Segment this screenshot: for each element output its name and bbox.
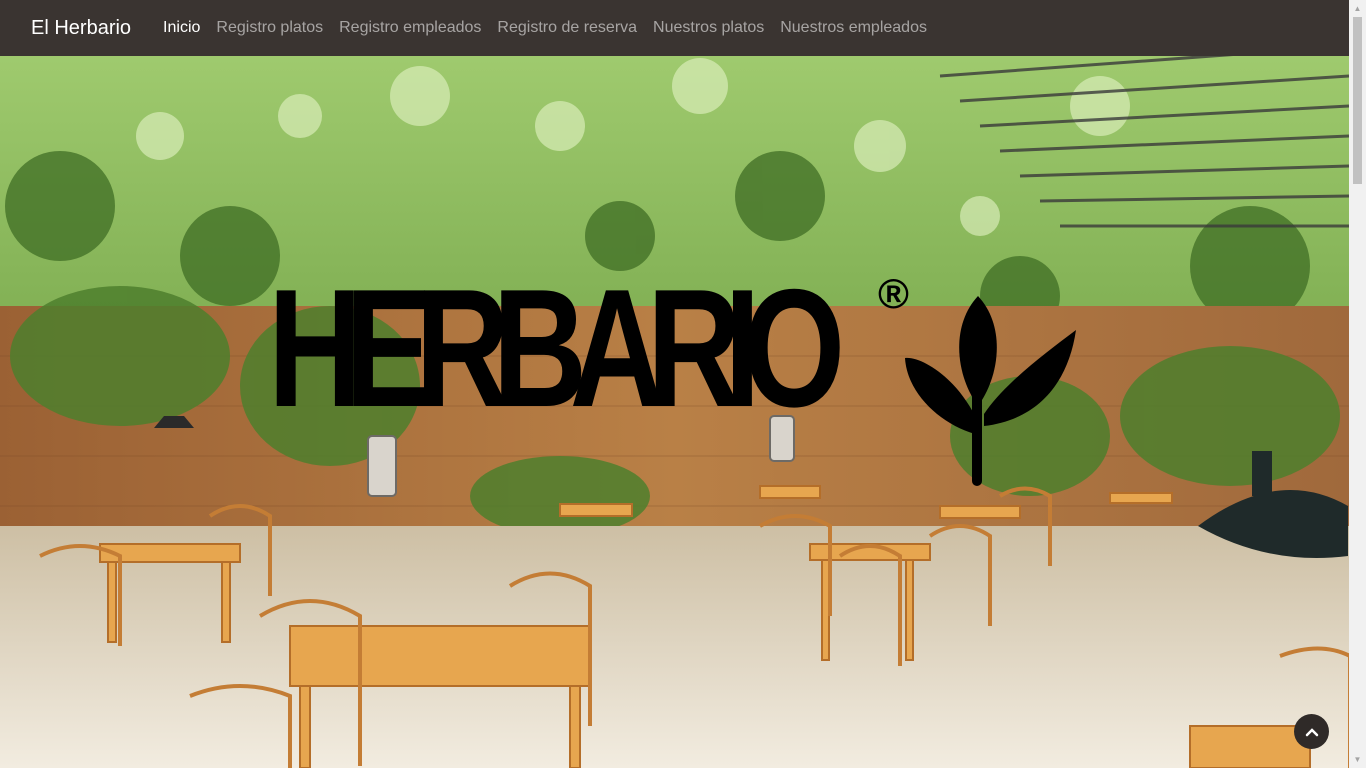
- nav-link-registro-empleados[interactable]: Registro empleados: [331, 11, 489, 45]
- garden-terrace-photo: HERBARIO ®: [0, 56, 1349, 768]
- scroll-up-arrow-icon[interactable]: ▲: [1349, 0, 1366, 17]
- scroll-down-arrow-icon[interactable]: ▼: [1349, 751, 1366, 768]
- registered-mark: ®: [878, 270, 909, 317]
- scroll-thumb[interactable]: [1353, 17, 1362, 184]
- brand-link[interactable]: El Herbario: [31, 17, 131, 40]
- page-scrollbar[interactable]: ▲ ▼: [1349, 0, 1366, 768]
- logo-wordmark: HERBARIO: [268, 254, 845, 441]
- hero-banner: HERBARIO ®: [0, 56, 1349, 768]
- nav-link-registro-reserva[interactable]: Registro de reserva: [489, 11, 645, 45]
- nav-link-nuestros-platos[interactable]: Nuestros platos: [645, 11, 772, 45]
- nav-links: Inicio Registro platos Registro empleado…: [155, 11, 935, 45]
- chevron-up-icon: [1305, 727, 1318, 736]
- nav-link-inicio[interactable]: Inicio: [155, 11, 208, 45]
- back-to-top-button[interactable]: [1294, 714, 1329, 749]
- nav-link-nuestros-empleados[interactable]: Nuestros empleados: [772, 11, 935, 45]
- top-navbar: El Herbario Inicio Registro platos Regis…: [0, 0, 1349, 56]
- nav-link-registro-platos[interactable]: Registro platos: [208, 11, 331, 45]
